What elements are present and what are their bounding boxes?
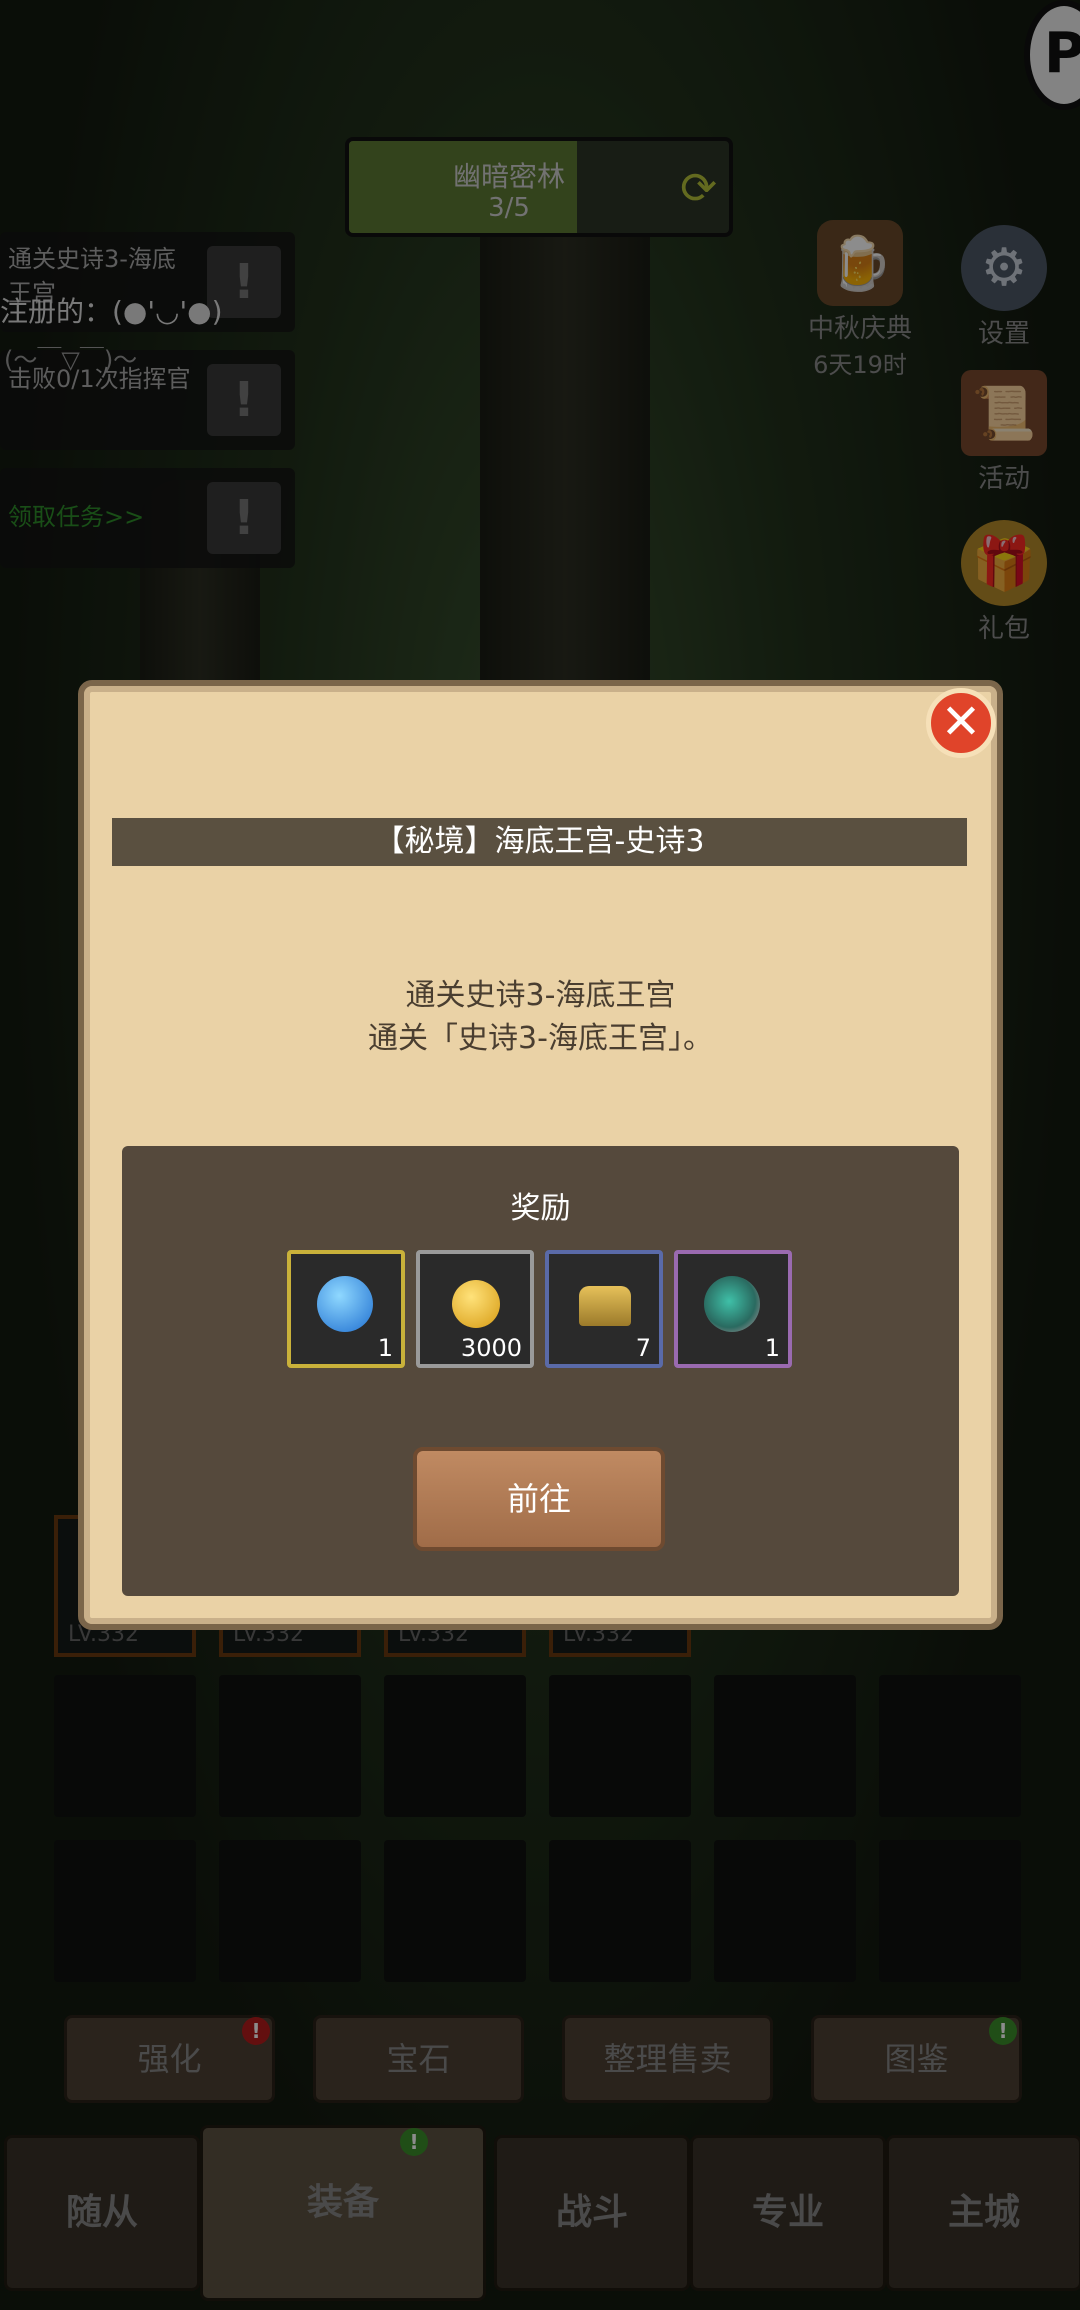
quest-detail: 通关「史诗3-海底王宫」。	[368, 1021, 713, 1056]
reward-count: 7	[635, 1334, 651, 1362]
reward-count: 3000	[460, 1334, 522, 1362]
reward-slot[interactable]: 1	[674, 1250, 792, 1368]
reward-count: 1	[764, 1334, 780, 1362]
reward-count: 1	[377, 1334, 393, 1362]
reward-slot[interactable]: 7	[545, 1250, 663, 1368]
reward-slot[interactable]: 1	[287, 1250, 405, 1368]
blue-token-icon	[317, 1276, 373, 1332]
reward-title: 奖励	[510, 1191, 571, 1226]
close-button[interactable]: ✕	[926, 688, 996, 758]
gold-coin-icon	[452, 1280, 500, 1328]
go-button[interactable]: 前往	[413, 1447, 665, 1551]
helmet-icon	[579, 1286, 631, 1326]
dialog-title: 【秘境】海底王宫-史诗3	[112, 818, 967, 866]
reward-slot[interactable]: 3000	[416, 1250, 534, 1368]
gem-ore-icon	[704, 1276, 760, 1332]
quest-description: 通关史诗3-海底王宫	[405, 978, 676, 1013]
